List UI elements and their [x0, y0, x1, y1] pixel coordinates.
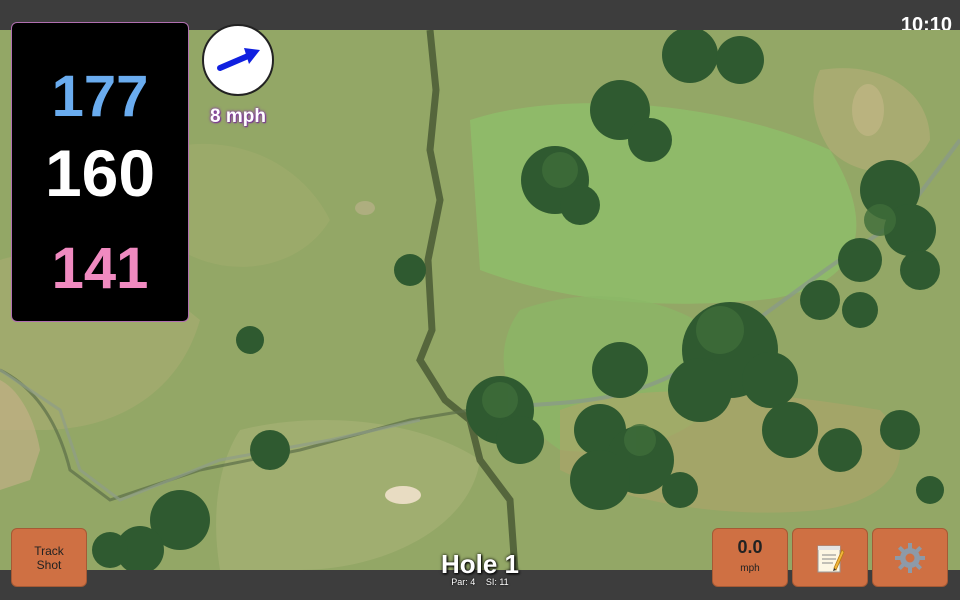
- hole-title: Hole 1: [440, 549, 520, 579]
- track-shot-button[interactable]: Track Shot: [11, 528, 87, 587]
- notes-button[interactable]: [792, 528, 868, 587]
- hole-stroke-index: SI: 11: [485, 577, 509, 587]
- front-distance: 141: [51, 236, 149, 301]
- hole-info: Par: 4 SI: 11: [380, 577, 580, 587]
- speed-value: 0.0: [737, 537, 763, 557]
- gear-icon: [895, 542, 925, 573]
- speed-unit: mph: [740, 563, 760, 574]
- back-distance: 177: [51, 64, 149, 129]
- speed-button[interactable]: 0.0 mph: [712, 528, 788, 587]
- settings-button[interactable]: [872, 528, 948, 587]
- notepad-icon: [817, 545, 845, 572]
- middle-distance: 160: [44, 136, 156, 210]
- hole-par: Par: 4: [451, 577, 476, 587]
- wind-indicator: [202, 24, 274, 96]
- track-shot-label: Track Shot: [34, 543, 64, 572]
- distance-panel: 177 160 141: [11, 22, 189, 322]
- wind-direction-arrow-icon: [217, 48, 260, 71]
- wind-speed: 8 mph: [210, 106, 266, 127]
